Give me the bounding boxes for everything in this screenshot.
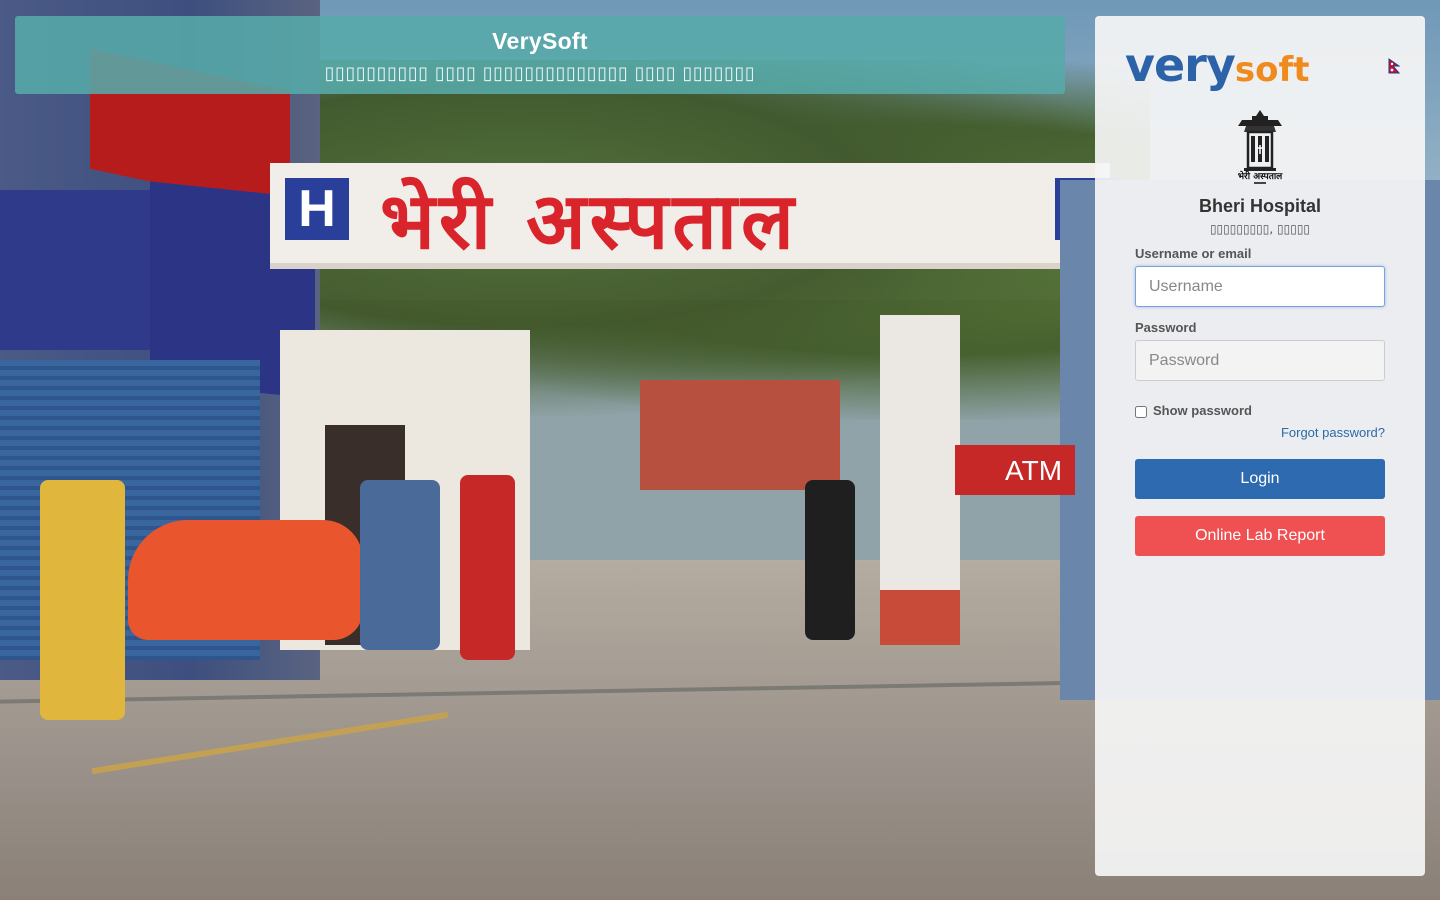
far-building [640,380,840,490]
gate-sign-text: भेरी अस्पताल [380,177,798,267]
hospital-name: Bheri Hospital [1198,196,1322,216]
shop-sign [0,190,150,350]
show-password-checkbox[interactable] [1135,406,1147,418]
show-password-toggle[interactable]: Show password [1135,403,1252,418]
hospital-location: ▯▯▯▯▯▯▯▯▯, ▯▯▯▯▯ [1209,222,1311,236]
nepal-flag-icon[interactable] [1388,58,1400,74]
username-label: Username or email [1135,246,1252,261]
emblem-caption: भेरी अस्पताल [1238,170,1283,182]
login-panel: verysoft भेरी अस्पताल Bheri Hospital ▯▯▯… [1095,16,1425,876]
logo-very: very [1125,38,1236,92]
online-lab-report-button[interactable]: Online Lab Report [1135,516,1385,556]
login-button[interactable]: Login [1135,459,1385,499]
header-banner: VerySoft ▯▯▯▯▯▯▯▯▯▯ ▯▯▯▯ ▯▯▯▯▯▯▯▯▯▯▯▯▯▯ … [15,16,1065,94]
logo-soft: soft [1234,50,1310,90]
verysoft-logo: verysoft [1125,38,1310,92]
password-label: Password [1135,320,1197,335]
person [805,480,855,640]
forgot-password-link[interactable]: Forgot password? [1281,425,1385,440]
hospital-emblem-icon: भेरी अस्पताल [1238,110,1283,184]
gate-pillar-base [880,590,960,645]
atm-sign: ATM [955,445,1075,495]
username-input[interactable] [1135,266,1385,307]
banner-title: VerySoft [492,28,588,54]
atm-text: ATM [1005,455,1063,486]
person [460,475,515,660]
banner-subtitle: ▯▯▯▯▯▯▯▯▯▯ ▯▯▯▯ ▯▯▯▯▯▯▯▯▯▯▯▯▯▯ ▯▯▯▯ ▯▯▯▯… [324,63,756,84]
gate-h-sign: H [285,178,349,240]
show-password-label: Show password [1153,403,1252,418]
password-input[interactable] [1135,340,1385,381]
orange-tarp-cart [128,520,363,640]
person [360,480,440,650]
person [40,480,125,720]
